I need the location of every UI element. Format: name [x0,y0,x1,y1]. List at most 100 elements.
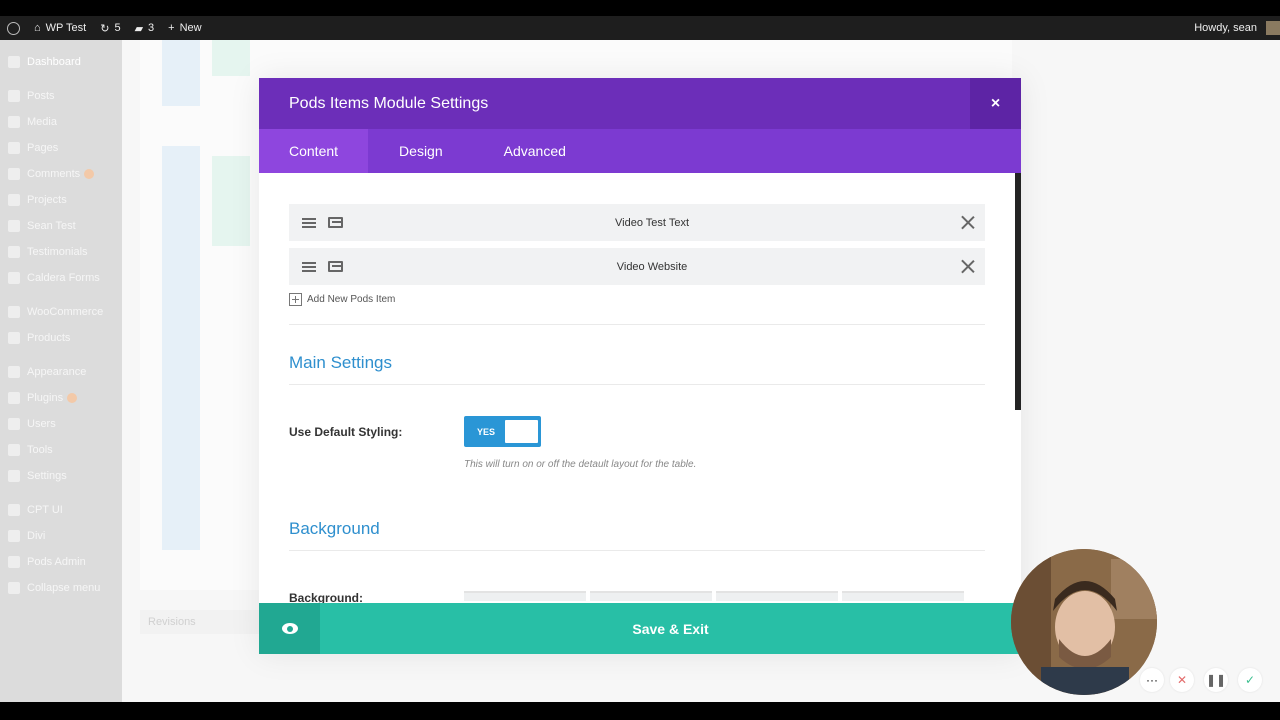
tab-advanced[interactable]: Advanced [474,129,596,173]
updates-count: 5 [114,22,121,34]
comment-icon: ▰ [134,22,144,35]
sidebar-item-plugins[interactable]: Plugins [0,385,122,411]
sidebar-item-label: Testimonials [27,246,88,258]
tab-content[interactable]: Content [259,129,369,173]
more-options-button[interactable]: ··· [1140,668,1164,692]
site-name-menu[interactable]: ⌂ WP Test [27,16,93,40]
sidebar-item-label: Comments [27,168,81,180]
site-name: WP Test [45,22,87,34]
cpt-ui-icon [8,504,20,516]
duplicate-icon[interactable] [328,261,343,272]
sidebar-item-label: Dashboard [27,56,81,68]
sidebar-item-divi[interactable]: Divi [0,523,122,549]
sidebar-item-users[interactable]: Users [0,411,122,437]
updates-menu[interactable]: ↻ 5 [93,16,127,40]
sidebar-collapse-menu[interactable]: Collapse menu [0,575,122,601]
sidebar-item-dashboard[interactable]: Dashboard [0,49,122,75]
woocommerce-icon [8,306,20,318]
sidebar-item-posts[interactable]: Posts [0,83,122,109]
new-content-menu[interactable]: + New [161,16,208,40]
modal-header: Pods Items Module Settings × [259,78,1021,129]
background-label: Background: [289,591,364,603]
home-icon: ⌂ [34,22,41,34]
scrollbar[interactable] [1015,173,1021,410]
wordpress-icon [7,21,20,35]
page-icon [8,142,20,154]
dashboard-icon [8,56,20,68]
preview-button[interactable] [259,603,320,654]
divi-icon [8,530,20,542]
tab-design[interactable]: Design [368,129,474,173]
drag-handle-icon[interactable] [302,261,316,272]
eye-icon [281,623,298,634]
sidebar-item-comments[interactable]: Comments [0,161,122,187]
main-settings-heading: Main Settings [289,353,392,372]
close-button[interactable]: × [970,78,1021,129]
sidebar-item-label: Projects [27,194,67,206]
sidebar-item-settings[interactable]: Settings [0,463,122,489]
pause-recording-button[interactable]: ❚❚ [1204,668,1228,692]
settings-icon [8,470,20,482]
modal-title: Pods Items Module Settings [289,94,489,112]
sidebar-item-caldera-forms[interactable]: Caldera Forms [0,265,122,291]
pin-icon [8,90,20,102]
sidebar-item-cpt-ui[interactable]: CPT UI [0,497,122,523]
sidebar-item-label: Sean Test [27,220,76,232]
sidebar-item-products[interactable]: Products [0,325,122,351]
comments-count: 3 [148,22,155,34]
faded-row [212,40,250,76]
collapse-icon [8,582,20,594]
sidebar-item-projects[interactable]: Projects [0,187,122,213]
sidebar-item-pages[interactable]: Pages [0,135,122,161]
sidebar-item-pods-admin[interactable]: Pods Admin [0,549,122,575]
admin-bar: ⌂ WP Test ↻ 5 ▰ 3 + New Howdy, sean [0,16,1280,40]
plugins-badge [67,393,78,403]
sidebar-item-woocommerce[interactable]: WooCommerce [0,299,122,325]
media-icon [8,116,20,128]
wrench-icon [8,444,20,456]
sidebar-item-appearance[interactable]: Appearance [0,359,122,385]
sidebar-item-label: Divi [27,530,46,542]
toggle-knob [505,420,538,443]
sidebar-item-label: Appearance [27,366,87,378]
sidebar-item-label: Pages [27,142,59,154]
sidebar-item-label: Tools [27,444,53,456]
sidebar-item-testimonials[interactable]: Testimonials [0,239,122,265]
pods-item-label: Video Website [616,260,688,273]
comment-icon [8,168,20,180]
default-styling-help: This will turn on or off the detault lay… [464,459,697,470]
duplicate-icon[interactable] [328,217,343,228]
sidebar-item-media[interactable]: Media [0,109,122,135]
avatar [1266,21,1280,35]
save-exit-button[interactable]: Save & Exit [320,603,1021,654]
delete-icon[interactable] [961,216,975,230]
pin-icon [8,220,20,232]
faded-section [162,40,200,106]
drag-handle-icon[interactable] [302,217,316,228]
default-styling-toggle[interactable]: YES [464,416,541,447]
check-icon: ✓ [1244,673,1256,687]
sidebar-item-sean-test[interactable]: Sean Test [0,213,122,239]
divider [289,384,985,385]
user-icon [8,418,20,430]
modal-body: Video Test Text Video Website Add New Po… [259,173,1015,603]
sidebar-item-tools[interactable]: Tools [0,437,122,463]
pin-icon [8,194,20,206]
background-type-tabs[interactable] [464,591,964,601]
delete-icon[interactable] [961,260,975,274]
modal-tabs: Content Design Advanced [259,129,1021,173]
account-menu[interactable]: Howdy, sean [1187,16,1280,40]
pods-item[interactable]: Video Test Text [289,204,985,241]
add-pods-item-button[interactable]: Add New Pods Item [289,293,395,306]
wp-logo-menu[interactable] [0,16,27,40]
close-icon: ✕ [1176,673,1188,687]
close-icon: × [990,94,1001,112]
add-icon [289,293,302,306]
finish-recording-button[interactable]: ✓ [1238,668,1262,692]
pods-item[interactable]: Video Website [289,248,985,285]
cancel-recording-button[interactable]: ✕ [1170,668,1194,692]
comments-menu[interactable]: ▰ 3 [128,16,162,40]
form-icon [8,272,20,284]
sidebar-item-label: WooCommerce [27,306,104,318]
add-pods-item-label: Add New Pods Item [307,294,396,305]
